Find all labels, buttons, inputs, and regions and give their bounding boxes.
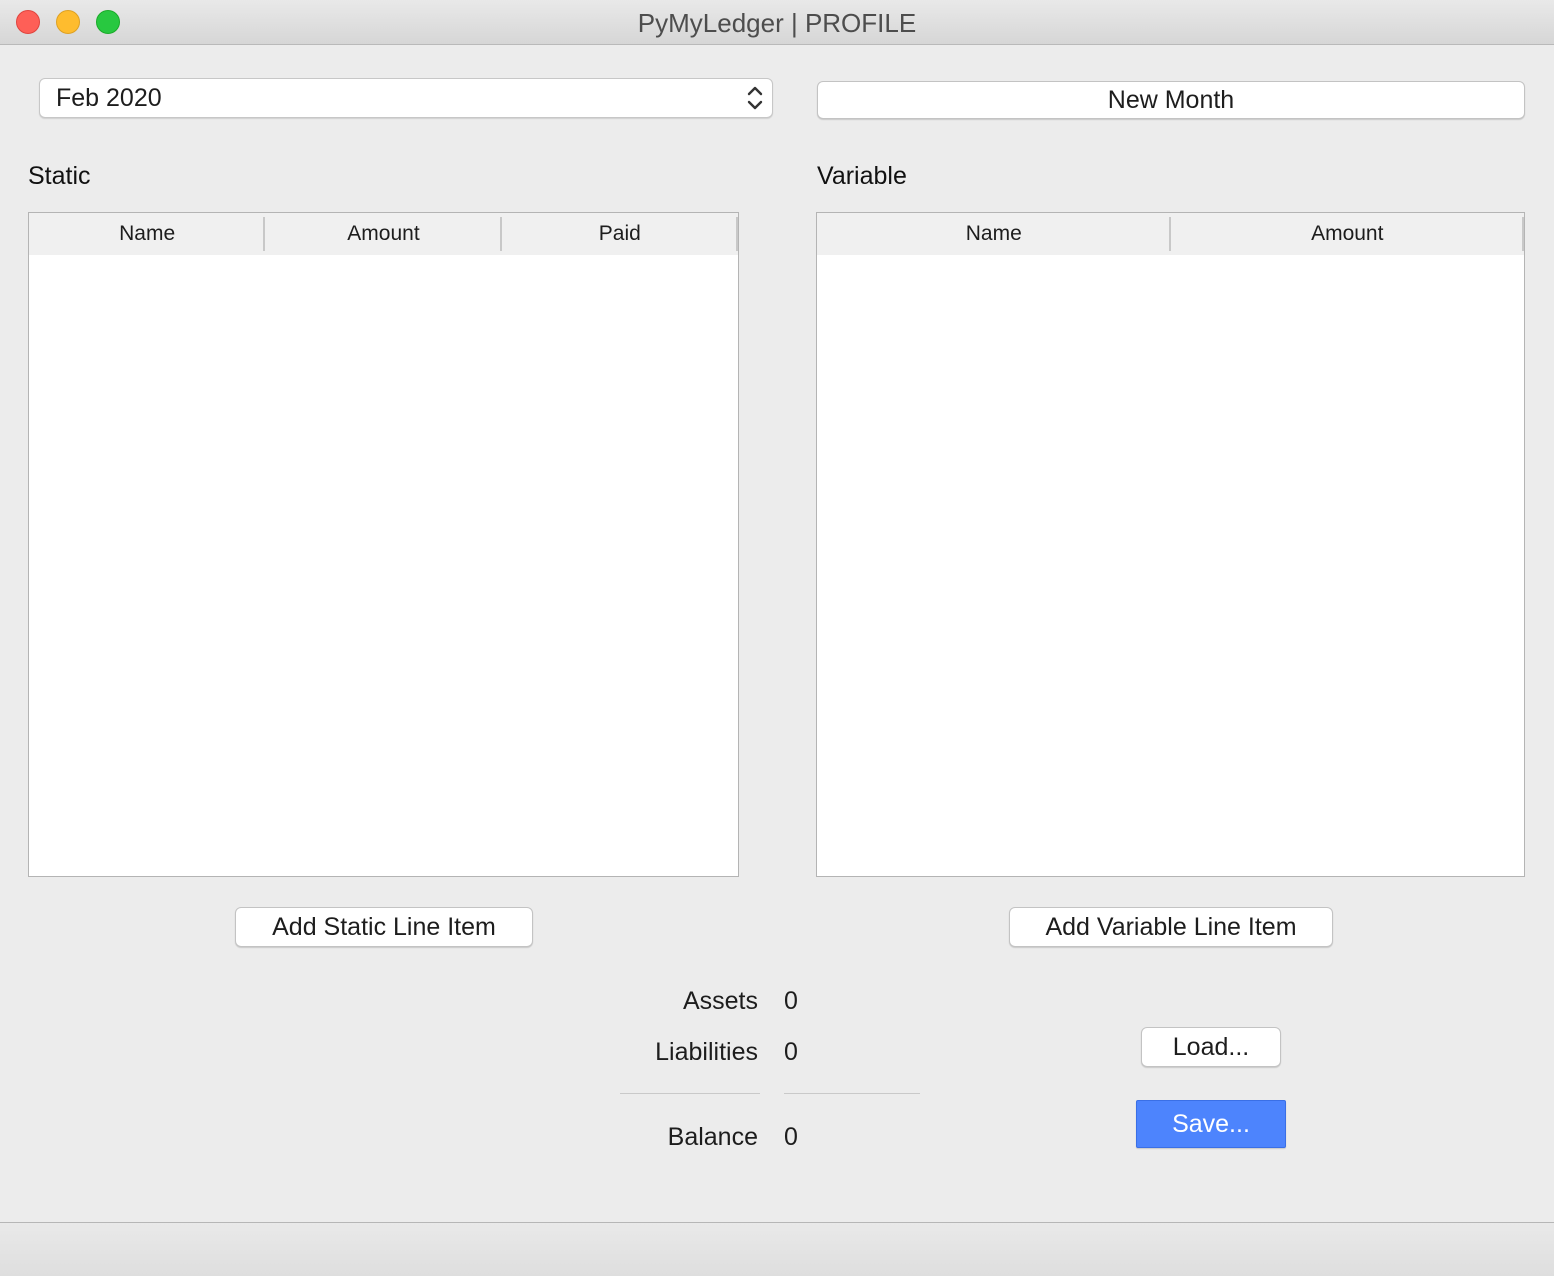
variable-section-label: Variable: [817, 162, 907, 190]
variable-table-header: Name Amount: [817, 213, 1524, 255]
window-title: PyMyLedger | PROFILE: [637, 8, 917, 38]
app-window: PyMyLedger | PROFILE Feb 2020 New Month …: [0, 0, 1554, 1276]
static-section-label: Static: [28, 162, 91, 190]
static-column-paid[interactable]: Paid: [502, 213, 739, 255]
status-bar: [0, 1222, 1554, 1276]
balance-value: 0: [784, 1123, 798, 1151]
assets-label: Assets: [682, 987, 758, 1015]
variable-items-table[interactable]: Name Amount: [816, 212, 1525, 877]
static-items-table[interactable]: Name Amount Paid: [28, 212, 739, 877]
new-month-button[interactable]: New Month: [817, 81, 1525, 119]
liabilities-label: Liabilities: [655, 1038, 758, 1066]
summary-divider-right: [784, 1093, 920, 1094]
liabilities-value: 0: [784, 1038, 798, 1066]
summary-divider-left: [620, 1093, 760, 1094]
title-bar: PyMyLedger | PROFILE: [0, 0, 1554, 45]
assets-value: 0: [784, 987, 798, 1015]
add-variable-line-item-button[interactable]: Add Variable Line Item: [1009, 907, 1333, 947]
load-button[interactable]: Load...: [1141, 1027, 1281, 1067]
month-select[interactable]: Feb 2020: [39, 78, 773, 118]
static-column-name[interactable]: Name: [29, 213, 266, 255]
balance-label: Balance: [667, 1123, 758, 1151]
month-select-value: Feb 2020: [56, 84, 162, 112]
variable-column-name[interactable]: Name: [817, 213, 1171, 255]
variable-column-amount[interactable]: Amount: [1171, 213, 1525, 255]
static-column-amount[interactable]: Amount: [265, 213, 502, 255]
static-table-header: Name Amount Paid: [29, 213, 739, 255]
add-static-line-item-button[interactable]: Add Static Line Item: [235, 907, 533, 947]
save-button[interactable]: Save...: [1136, 1100, 1286, 1148]
chevron-up-down-icon: [747, 86, 763, 110]
